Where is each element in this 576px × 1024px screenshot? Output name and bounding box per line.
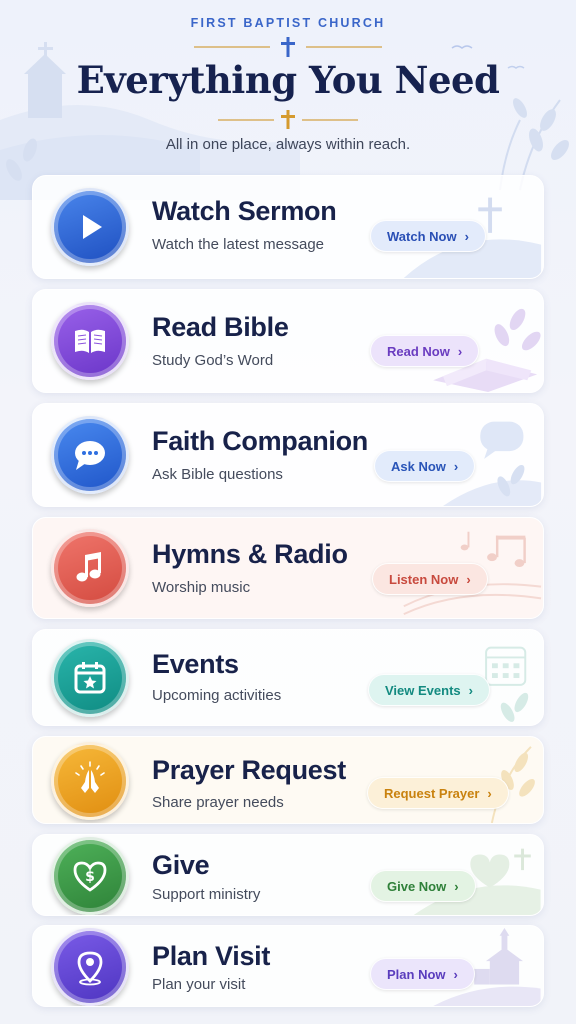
card-subtitle: Study God’s Word [152, 352, 274, 369]
cross-divider-icon [194, 37, 382, 57]
listen-now-button[interactable]: Listen Now › [372, 563, 488, 595]
location-pin-icon [51, 928, 129, 1006]
chevron-right-icon: › [487, 785, 492, 801]
button-label: Request Prayer [384, 785, 480, 801]
chevron-right-icon: › [466, 571, 471, 587]
watch-now-button[interactable]: Watch Now › [370, 220, 486, 252]
button-label: Give Now [387, 878, 447, 894]
card-give[interactable]: $ Give Support ministry Give Now › [32, 834, 544, 916]
page-title: Everything You Need [76, 58, 500, 102]
card-prayer-request[interactable]: Prayer Request Share prayer needs Reques… [32, 736, 544, 824]
music-note-icon [51, 529, 129, 607]
cross-divider-gold-icon [218, 110, 358, 129]
card-title: Hymns & Radio [152, 539, 348, 569]
chevron-right-icon: › [468, 682, 473, 698]
card-subtitle: Plan your visit [152, 976, 246, 993]
card-events[interactable]: Events Upcoming activities View Events › [32, 629, 544, 726]
card-subtitle: Watch the latest message [152, 236, 325, 253]
read-now-button[interactable]: Read Now › [370, 335, 480, 367]
page-header: FIRST BAPTIST CHURCH Everything You Need… [0, 0, 576, 168]
button-label: Read Now [387, 343, 450, 359]
view-events-button[interactable]: View Events › [368, 674, 490, 706]
button-label: Plan Now [387, 966, 446, 982]
church-name: FIRST BAPTIST CHURCH [190, 16, 386, 30]
request-prayer-button[interactable]: Request Prayer › [367, 777, 509, 809]
card-title: Watch Sermon [152, 196, 337, 226]
give-now-button[interactable]: Give Now › [370, 870, 476, 902]
calendar-icon [51, 639, 129, 717]
card-subtitle: Ask Bible questions [152, 466, 283, 483]
praying-hands-icon [51, 742, 129, 820]
card-title: Read Bible [152, 312, 289, 342]
svg-text:$: $ [85, 869, 95, 885]
page-subtitle: All in one place, always within reach. [165, 136, 411, 153]
card-plan-visit[interactable]: Plan Visit Plan your visit Plan Now › [32, 925, 544, 1007]
button-label: View Events [385, 682, 461, 698]
card-title: Faith Companion [152, 426, 368, 456]
button-label: Watch Now [387, 228, 457, 244]
chevron-right-icon: › [453, 458, 459, 474]
ask-now-button[interactable]: Ask Now › [374, 450, 476, 482]
card-title: Prayer Request [152, 755, 346, 785]
plan-now-button[interactable]: Plan Now › [370, 958, 475, 990]
card-subtitle: Worship music [152, 579, 251, 596]
card-subtitle: Share prayer needs [152, 794, 284, 811]
chevron-right-icon: › [453, 966, 458, 982]
card-hymns-radio[interactable]: Hymns & Radio Worship music Listen Now › [32, 517, 544, 619]
chat-bubble-icon [51, 416, 129, 494]
card-title: Give [152, 850, 210, 880]
play-icon [51, 188, 129, 266]
chevron-right-icon: › [464, 228, 469, 244]
card-read-bible[interactable]: Read Bible Study God’s Word Read Now › [32, 289, 544, 393]
card-subtitle: Upcoming activities [152, 687, 282, 704]
heart-dollar-icon: $ [51, 837, 129, 915]
card-title: Plan Visit [152, 941, 271, 971]
book-icon [51, 302, 129, 380]
card-faith-companion[interactable]: Faith Companion Ask Bible questions Ask … [32, 403, 544, 507]
card-watch-sermon[interactable]: Watch Sermon Watch the latest message Wa… [32, 175, 544, 279]
button-label: Ask Now [391, 458, 446, 474]
button-label: Listen Now [389, 571, 459, 587]
card-title: Events [152, 649, 239, 679]
chevron-right-icon: › [457, 343, 463, 359]
chevron-right-icon: › [454, 878, 459, 894]
card-subtitle: Support ministry [152, 886, 261, 903]
